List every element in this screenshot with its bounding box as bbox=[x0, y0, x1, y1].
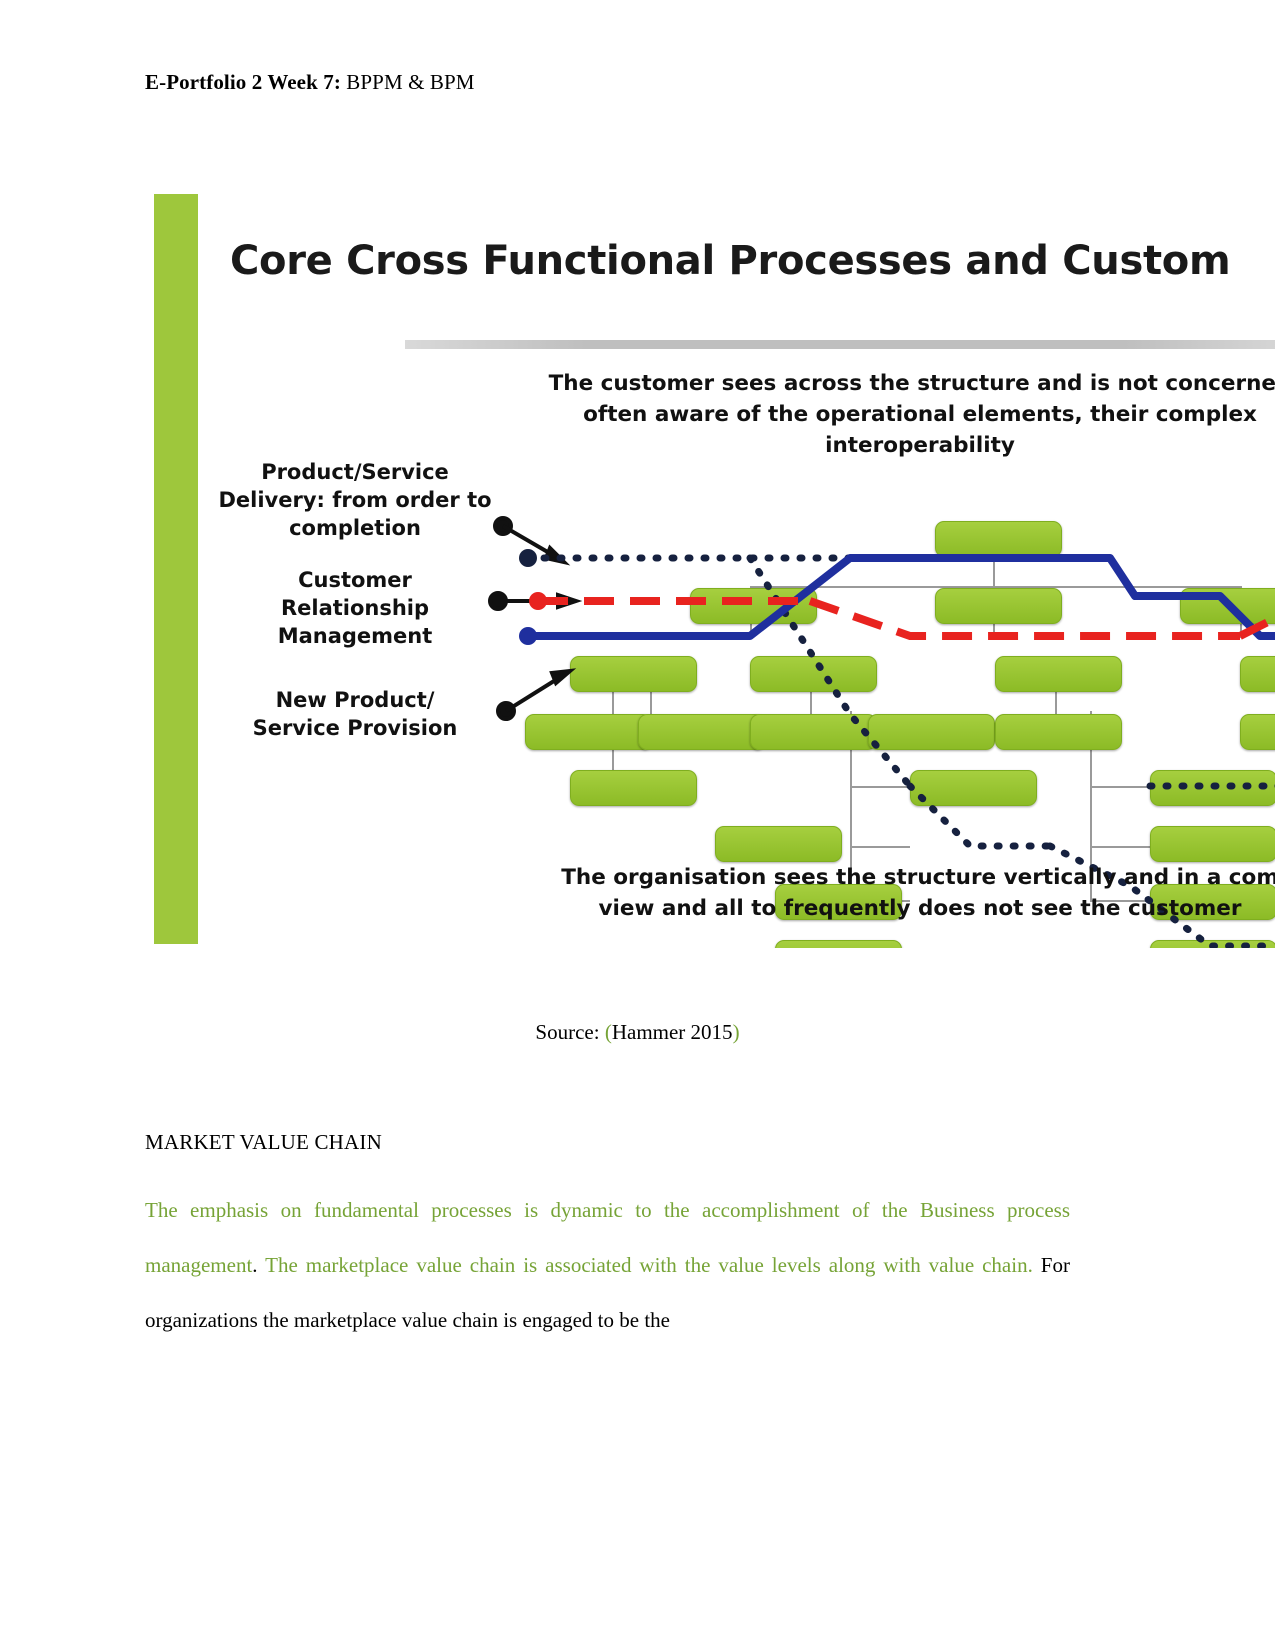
flow-dot-blue-start bbox=[519, 627, 537, 645]
header-rest-text: BPPM & BPM bbox=[340, 70, 475, 94]
bottom-caption-line-2: view and all to frequently does not see … bbox=[598, 896, 1242, 921]
source-label: Source: bbox=[535, 1020, 605, 1044]
citation-close-paren: ) bbox=[732, 1020, 740, 1044]
process-flow-overlay bbox=[488, 516, 1275, 948]
figure-source-caption: Source: (Hammer 2015) bbox=[0, 1020, 1275, 1045]
document-page: E-Portfolio 2 Week 7: BPPM & BPM Core Cr… bbox=[0, 0, 1275, 1651]
body-green-text-2: The marketplace value chain is associate… bbox=[257, 1253, 1033, 1277]
embedded-slide-image: Core Cross Functional Processes and Cust… bbox=[150, 186, 1275, 948]
document-header: E-Portfolio 2 Week 7: BPPM & BPM bbox=[145, 70, 475, 95]
section-heading-market-value-chain: MARKET VALUE CHAIN bbox=[145, 1130, 382, 1154]
flow-dot-start bbox=[519, 549, 537, 567]
citation-open-paren: ( bbox=[604, 1020, 612, 1044]
citation-text: Hammer 2015 bbox=[611, 1020, 733, 1044]
body-paragraph: The emphasis on fundamental processes is… bbox=[145, 1183, 1070, 1348]
header-bold-text: E-Portfolio 2 Week 7: bbox=[145, 70, 341, 94]
flow-line-blue bbox=[528, 554, 1275, 640]
bottom-caption-line-1: The organisation sees the structure vert… bbox=[561, 865, 1275, 890]
slide-bottom-caption: The organisation sees the structure vert… bbox=[310, 862, 1275, 924]
flow-dot-red-start bbox=[529, 592, 547, 610]
label-leader-arrows bbox=[488, 516, 583, 721]
slide-canvas: Core Cross Functional Processes and Cust… bbox=[150, 186, 1275, 948]
